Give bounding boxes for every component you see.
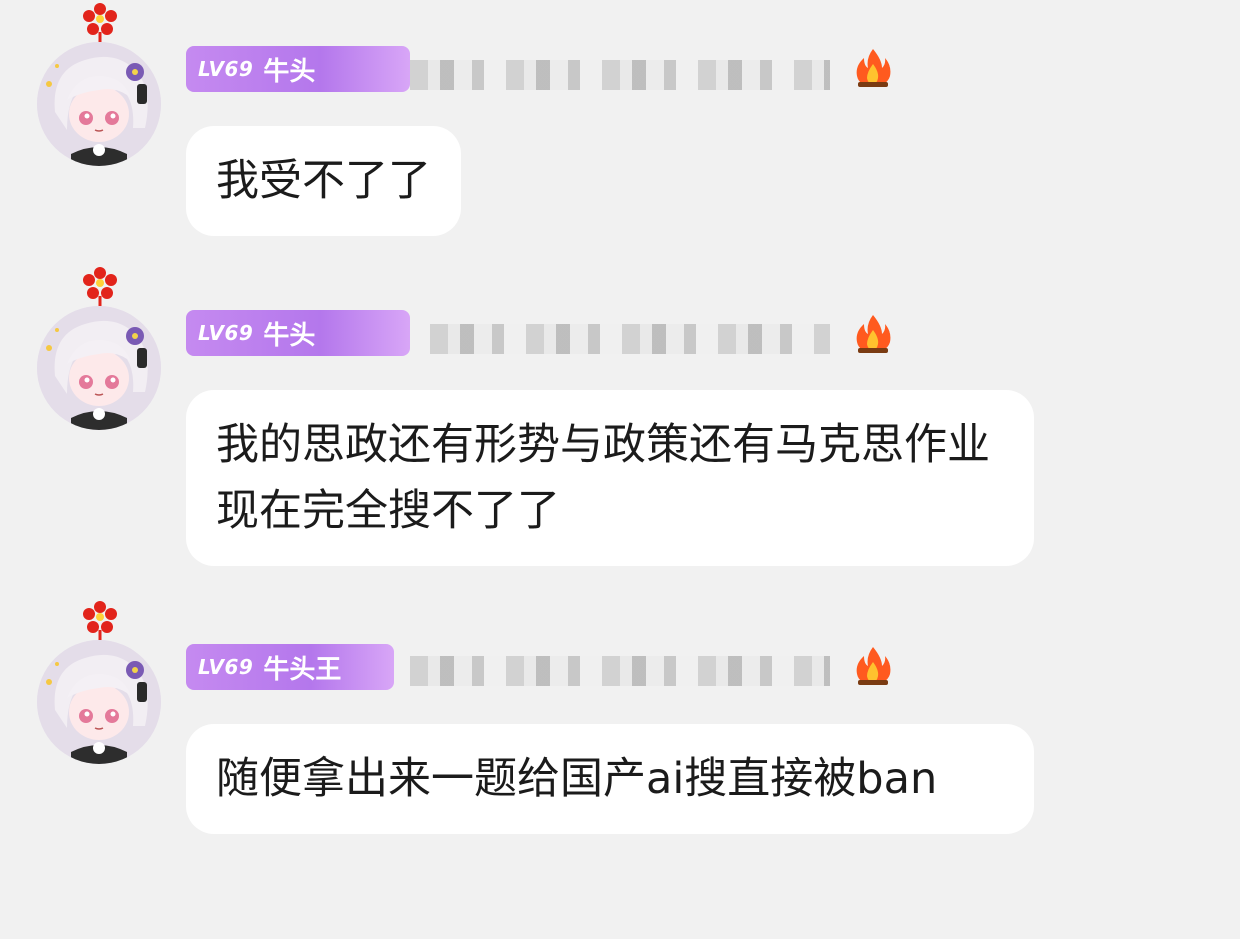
blurred-username bbox=[410, 60, 830, 90]
user-level-badge[interactable]: LV69 牛头 bbox=[186, 310, 410, 356]
level-label: LV69 bbox=[198, 321, 254, 345]
fire-icon bbox=[856, 647, 891, 685]
user-level-badge[interactable]: LV69 牛头王 bbox=[186, 644, 394, 690]
avatar[interactable] bbox=[37, 42, 161, 166]
blurred-username bbox=[430, 324, 830, 354]
blurred-username bbox=[410, 656, 830, 686]
user-level-badge[interactable]: LV69 牛头 bbox=[186, 46, 410, 92]
message-bubble[interactable]: 我的思政还有形势与政策还有马克思作业现在完全搜不了了 bbox=[186, 390, 1034, 566]
avatar[interactable] bbox=[37, 306, 161, 430]
message-bubble[interactable]: 随便拿出来一题给国产ai搜直接被ban bbox=[186, 724, 1034, 834]
message-bubble[interactable]: 我受不了了 bbox=[186, 126, 461, 236]
username: 牛头 bbox=[263, 320, 316, 351]
level-label: LV69 bbox=[198, 57, 254, 81]
level-label: LV69 bbox=[198, 655, 254, 679]
fire-icon bbox=[856, 49, 891, 87]
avatar[interactable] bbox=[37, 640, 161, 764]
username: 牛头 bbox=[263, 56, 316, 87]
fire-icon bbox=[856, 315, 891, 353]
username: 牛头王 bbox=[263, 654, 342, 685]
